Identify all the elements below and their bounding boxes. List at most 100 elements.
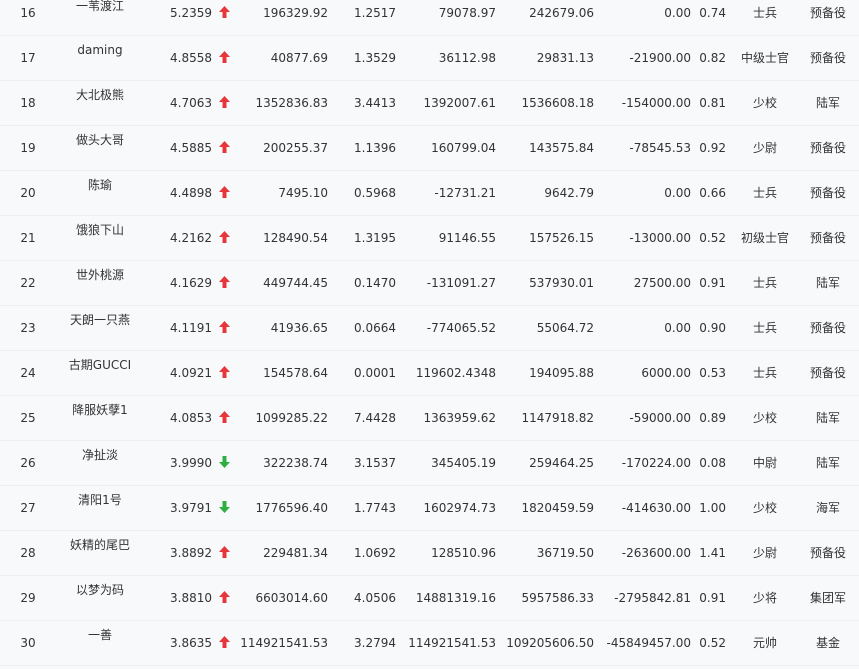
player-name-link[interactable]: 古期GUCCI [52, 357, 148, 373]
value-2-cell: 4.0506 [354, 591, 396, 605]
player-name-link[interactable]: 降服妖孽1 [52, 402, 148, 418]
value-2-cell: 1.3529 [354, 51, 396, 65]
table-row[interactable]: 30 一善 3.8635 114921541.53 3.2794 114921541.53… [0, 621, 859, 666]
rank-title-cell: 少校 [752, 411, 777, 425]
table-row[interactable]: 21 饿狼下山 4.2162 128490.54 1.3195 91146.55 15752… [0, 216, 859, 261]
table-row[interactable]: 19 做头大哥 4.5885 200255.37 1.1396 160799.04 1435… [0, 126, 859, 171]
table-row[interactable]: 23 天朗一只燕 4.1191 41936.65 0.0664 -774065.52 550… [0, 306, 859, 351]
table-row[interactable]: 29 以梦为码 3.8810 6603014.60 4.0506 14881319.16 5… [0, 576, 859, 621]
value-6-cell: 0.52 [699, 636, 726, 650]
player-name-link[interactable]: 以梦为码 [52, 582, 148, 598]
value-2-cell: 3.1537 [354, 456, 396, 470]
value-4-cell: 5957586.33 [521, 591, 594, 605]
value-6-cell: 0.74 [699, 6, 726, 20]
table-row[interactable]: 28 妖精的尾巴 3.8892 229481.34 1.0692 128510.96 367… [0, 531, 859, 576]
rank-cell: 18 [20, 96, 36, 110]
player-name-link[interactable]: 一善 [52, 627, 148, 643]
arrow-up-icon [216, 545, 232, 558]
player-name-link[interactable]: 做头大哥 [52, 132, 148, 148]
player-name-link[interactable]: 净扯淡 [52, 447, 148, 463]
player-name-link[interactable]: 饿狼下山 [52, 222, 148, 238]
value-2-cell: 0.5968 [354, 186, 396, 200]
table-row[interactable]: 24 古期GUCCI 4.0921 154578.64 0.0001 119602.434… [0, 351, 859, 396]
score-cell: 4.1191 [170, 321, 212, 335]
value-4-cell: 537930.01 [529, 276, 594, 290]
value-6-cell: 0.52 [699, 231, 726, 245]
rank-cell: 28 [20, 546, 36, 560]
value-4-cell: 109205606.50 [506, 636, 594, 650]
value-1-cell: 322238.74 [263, 456, 328, 470]
rank-cell: 27 [20, 501, 36, 515]
value-4-cell: 9642.79 [544, 186, 594, 200]
rank-cell: 23 [20, 321, 36, 335]
unit-cell: 陆军 [815, 276, 840, 290]
player-name-link[interactable]: 一苇渡江 [52, 0, 148, 14]
table-row[interactable]: 26 净扯淡 3.9990 322238.74 3.1537 345405.19 25946… [0, 441, 859, 486]
rank-title-cell: 少尉 [752, 141, 777, 155]
rank-cell: 26 [20, 456, 36, 470]
value-3-cell: 114921541.53 [408, 636, 496, 650]
value-3-cell: 36112.98 [438, 51, 496, 65]
rank-cell: 22 [20, 276, 36, 290]
table-row[interactable]: 17 daming 4.8558 40877.69 1.3529 36112.98 2983… [0, 36, 859, 81]
value-4-cell: 259464.25 [529, 456, 594, 470]
value-2-cell: 1.3195 [354, 231, 396, 245]
player-name-link[interactable]: 清阳1号 [52, 492, 148, 508]
value-1-cell: 40877.69 [270, 51, 328, 65]
value-3-cell: -131091.27 [426, 276, 496, 290]
rank-cell: 19 [20, 141, 36, 155]
table-row[interactable]: 18 大北极熊 4.7063 1352836.83 3.4413 1392007.61 15… [0, 81, 859, 126]
unit-cell: 陆军 [815, 456, 840, 470]
value-3-cell: 91146.55 [438, 231, 496, 245]
value-5-cell: 0.00 [664, 186, 691, 200]
player-name-link[interactable]: 世外桃源 [52, 267, 148, 283]
unit-cell: 预备役 [809, 186, 846, 200]
value-2-cell: 7.4428 [354, 411, 396, 425]
score-cell: 3.9791 [170, 501, 212, 515]
table-row[interactable]: 16 一苇渡江 5.2359 196329.92 1.2517 79078.97 24267… [0, 0, 859, 36]
value-2-cell: 1.7743 [354, 501, 396, 515]
player-name-link[interactable]: 妖精的尾巴 [52, 537, 148, 553]
unit-cell: 预备役 [809, 141, 846, 155]
rank-title-cell: 士兵 [752, 6, 777, 20]
value-2-cell: 3.2794 [354, 636, 396, 650]
table-row[interactable]: 25 降服妖孽1 4.0853 1099285.22 7.4428 1363959.62 1… [0, 396, 859, 441]
ranking-table: 16 一苇渡江 5.2359 196329.92 1.2517 79078.97 24267… [0, 0, 859, 669]
value-5-cell: 27500.00 [633, 276, 691, 290]
rank-title-cell: 士兵 [752, 366, 777, 380]
player-name-link[interactable]: 天朗一只燕 [52, 312, 148, 328]
unit-cell: 预备役 [809, 546, 846, 560]
value-1-cell: 200255.37 [263, 141, 328, 155]
value-1-cell: 196329.92 [263, 6, 328, 20]
value-6-cell: 0.91 [699, 591, 726, 605]
score-cell: 4.7063 [170, 96, 212, 110]
arrow-up-icon [216, 140, 232, 153]
arrow-up-icon [216, 410, 232, 423]
rank-cell: 30 [20, 636, 36, 650]
unit-cell: 海军 [815, 501, 840, 515]
value-1-cell: 229481.34 [263, 546, 328, 560]
value-4-cell: 36719.50 [536, 546, 594, 560]
arrow-up-icon [216, 275, 232, 288]
unit-cell: 预备役 [809, 6, 846, 20]
value-1-cell: 41936.65 [270, 321, 328, 335]
player-name-link[interactable]: daming [52, 42, 148, 58]
arrow-down-icon [216, 455, 232, 468]
table-row[interactable]: 20 陈瑜 4.4898 7495.10 0.5968 -12731.21 9642.79 0… [0, 171, 859, 216]
rank-title-cell: 少尉 [752, 546, 777, 560]
value-5-cell: -13000.00 [629, 231, 691, 245]
table-row[interactable]: 27 清阳1号 3.9791 1776596.40 1.7743 1602974.73 18… [0, 486, 859, 531]
rank-title-cell: 初级士官 [740, 231, 789, 245]
score-cell: 5.2359 [170, 6, 212, 20]
value-6-cell: 1.00 [699, 501, 726, 515]
value-5-cell: -414630.00 [621, 501, 691, 515]
table-row[interactable]: 22 世外桃源 4.1629 449744.45 0.1470 -131091.27 537… [0, 261, 859, 306]
value-1-cell: 1776596.40 [255, 501, 328, 515]
player-name-link[interactable]: 大北极熊 [52, 87, 148, 103]
player-name-link[interactable]: 陈瑜 [52, 177, 148, 193]
value-6-cell: 0.89 [699, 411, 726, 425]
value-3-cell: 1602974.73 [423, 501, 496, 515]
rank-cell: 25 [20, 411, 36, 425]
arrow-up-icon [216, 5, 232, 18]
rank-title-cell: 少校 [752, 96, 777, 110]
